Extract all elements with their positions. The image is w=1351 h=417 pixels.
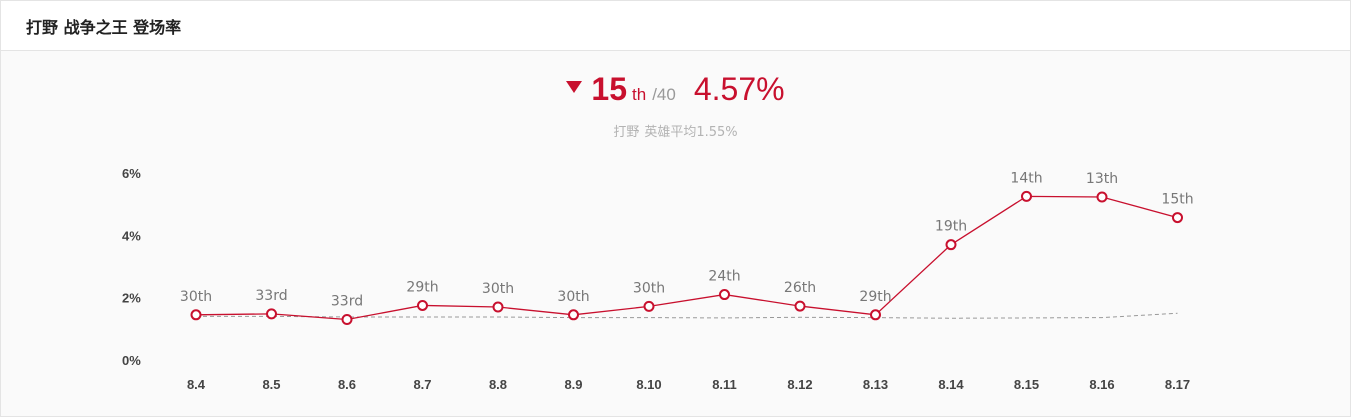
rank-label: 26th <box>784 280 816 296</box>
rank-label: 30th <box>482 281 514 297</box>
data-point <box>341 313 353 325</box>
usage-rate-panel: 打野 战争之王 登场率 15 th /40 4.57% 打野 英雄平均1.55% … <box>0 0 1351 417</box>
x-tick-label: 8.13 <box>863 377 888 392</box>
data-point <box>417 299 428 311</box>
data-point <box>1172 212 1183 224</box>
data-point <box>1021 190 1032 202</box>
x-tick-label: 8.14 <box>938 377 964 392</box>
y-tick-label: 2% <box>122 291 141 306</box>
rank-label: 24th <box>708 269 740 285</box>
rank-label: 29th <box>859 289 891 305</box>
x-tick-label: 8.10 <box>636 377 661 392</box>
x-tick-label: 8.6 <box>338 377 356 392</box>
data-point <box>568 309 579 321</box>
usage-line-chart: 0% 2% 4% 6% 8.4 8.5 8.6 8.7 8.8 8.9 8.10 8.11 8.12 8.… <box>122 166 1194 392</box>
x-tick-label: 8.12 <box>787 377 812 392</box>
x-tick-label: 8.11 <box>712 377 737 392</box>
rank-label: 33rd <box>255 288 287 304</box>
data-point <box>1096 191 1108 203</box>
x-tick-label: 8.9 <box>564 377 582 392</box>
x-tick-label: 8.4 <box>187 377 206 392</box>
y-tick-label: 6% <box>122 166 141 181</box>
data-point <box>190 309 202 321</box>
data-point <box>870 309 881 321</box>
x-tick-label: 8.15 <box>1014 377 1039 392</box>
data-point <box>643 300 655 312</box>
rank-label: 30th <box>180 289 212 305</box>
data-point <box>266 308 277 320</box>
y-tick-label: 4% <box>122 228 141 243</box>
y-tick-label: 0% <box>122 353 141 368</box>
rank-label: 15th <box>1161 192 1193 208</box>
rank-label: 29th <box>406 279 438 295</box>
data-point <box>492 301 504 313</box>
data-point <box>719 289 730 301</box>
rank-label: 33rd <box>331 293 363 309</box>
data-point <box>945 239 957 251</box>
rank-label: 30th <box>557 289 589 305</box>
rank-label: 19th <box>935 219 967 235</box>
x-tick-label: 8.16 <box>1089 377 1114 392</box>
data-point <box>794 300 806 312</box>
x-tick-label: 8.7 <box>413 377 431 392</box>
x-tick-label: 8.17 <box>1165 377 1190 392</box>
x-tick-label: 8.8 <box>489 377 507 392</box>
rank-label: 30th <box>633 280 665 296</box>
x-tick-label: 8.5 <box>262 377 280 392</box>
rank-label: 13th <box>1086 171 1118 187</box>
rank-label: 14th <box>1010 170 1042 186</box>
